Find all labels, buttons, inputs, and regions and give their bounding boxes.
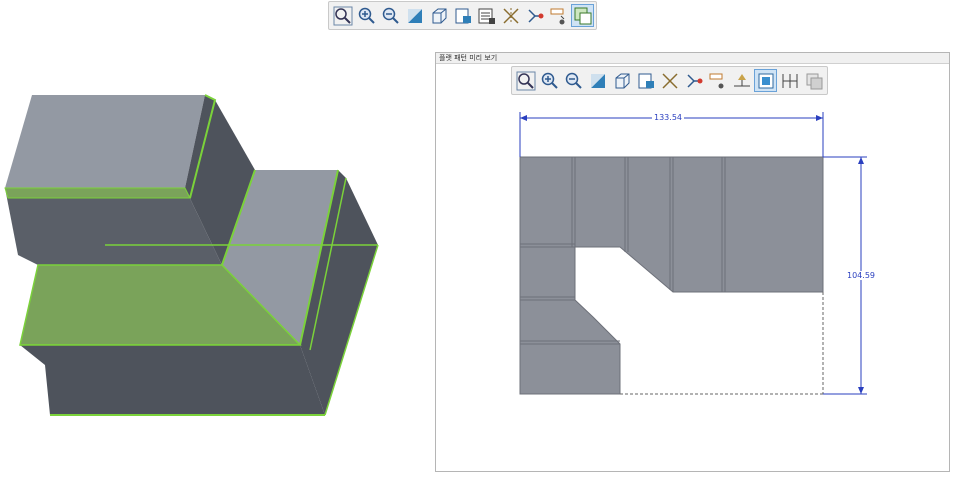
height-dimension-value[interactable]: 104.59	[845, 271, 877, 280]
dimension-arrow	[858, 157, 864, 164]
width-dimension-value[interactable]: 133.54	[652, 113, 684, 122]
zoom-out-icon[interactable]	[379, 4, 402, 27]
model-face-front-bottom	[20, 345, 325, 415]
model-face-front-left	[5, 188, 222, 265]
main-toolbar	[328, 1, 597, 30]
spin-center-icon[interactable]	[547, 4, 570, 27]
dimension-arrow	[816, 115, 823, 121]
display-style-icon[interactable]	[451, 4, 474, 27]
view-orientation-icon[interactable]	[427, 4, 450, 27]
flat-pattern-shape	[519, 156, 824, 395]
model-bend-top-left	[4, 187, 191, 199]
sheetmetal-3d-model[interactable]	[0, 40, 400, 440]
annotation-display-icon[interactable]	[523, 4, 546, 27]
model-face-top-left	[5, 95, 205, 188]
flat-pattern-drawing[interactable]	[435, 52, 950, 472]
flat-pattern-preview-icon[interactable]	[571, 4, 594, 27]
dimension-arrow	[520, 115, 527, 121]
named-views-icon[interactable]	[475, 4, 498, 27]
zoom-in-icon[interactable]	[355, 4, 378, 27]
repaint-icon[interactable]	[403, 4, 426, 27]
datum-display-icon[interactable]	[499, 4, 522, 27]
dimension-arrow	[858, 387, 864, 394]
zoom-fit-icon[interactable]	[331, 4, 354, 27]
